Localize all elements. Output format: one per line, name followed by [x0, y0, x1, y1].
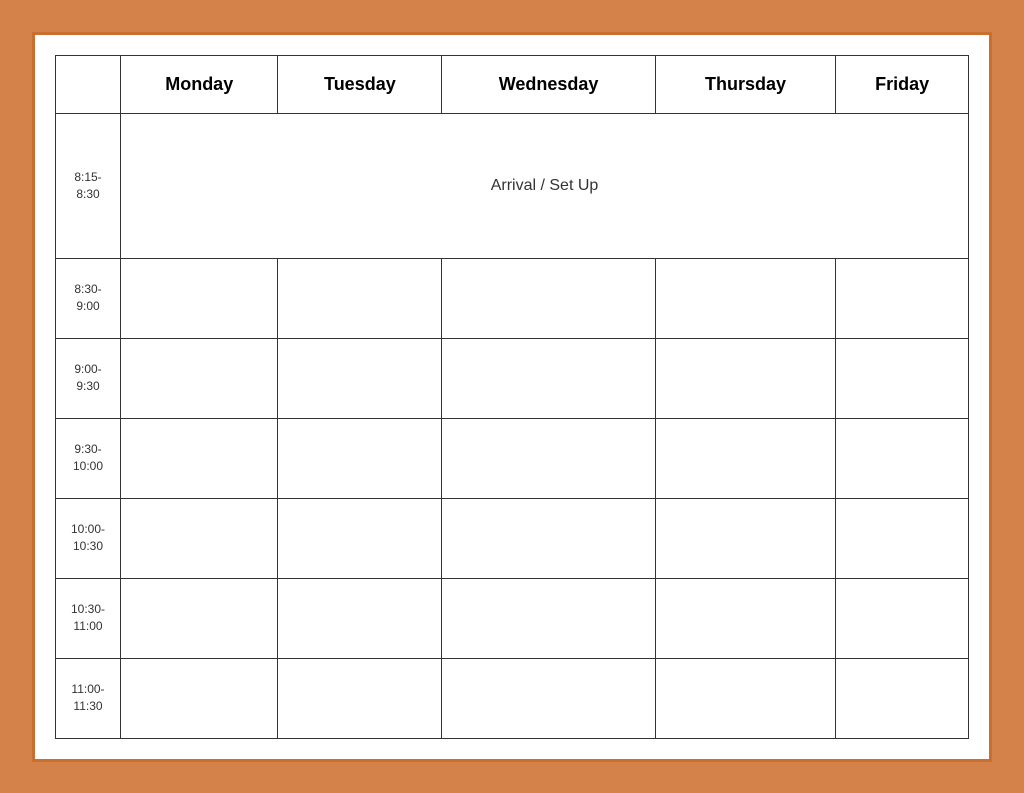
time-cell: 9:30-10:00	[56, 418, 121, 498]
schedule-cell[interactable]	[442, 498, 655, 578]
table-row: 11:00-11:30	[56, 658, 969, 738]
table-row: 9:00-9:30	[56, 338, 969, 418]
time-cell: 8:30-9:00	[56, 258, 121, 338]
schedule-cell[interactable]	[442, 258, 655, 338]
header-friday: Friday	[836, 55, 969, 113]
table-row: 10:00-10:30	[56, 498, 969, 578]
schedule-cell[interactable]	[836, 578, 969, 658]
schedule-cell[interactable]	[278, 258, 442, 338]
time-cell: 10:00-10:30	[56, 498, 121, 578]
time-cell: 8:15-8:30	[56, 113, 121, 258]
schedule-cell[interactable]	[121, 578, 278, 658]
schedule-cell[interactable]	[278, 498, 442, 578]
schedule-cell[interactable]	[442, 658, 655, 738]
schedule-cell[interactable]	[442, 418, 655, 498]
schedule-cell[interactable]	[655, 338, 835, 418]
schedule-cell[interactable]	[121, 258, 278, 338]
schedule-cell[interactable]	[655, 418, 835, 498]
time-cell: 9:00-9:30	[56, 338, 121, 418]
schedule-cell[interactable]	[278, 338, 442, 418]
schedule-cell[interactable]	[655, 578, 835, 658]
schedule-cell[interactable]	[278, 658, 442, 738]
schedule-cell[interactable]	[121, 498, 278, 578]
page-container: Monday Tuesday Wednesday Thursday Friday…	[32, 32, 992, 762]
schedule-cell[interactable]	[836, 658, 969, 738]
header-tuesday: Tuesday	[278, 55, 442, 113]
table-row: 10:30-11:00	[56, 578, 969, 658]
schedule-cell[interactable]	[278, 578, 442, 658]
table-row: 8:15-8:30Arrival / Set Up	[56, 113, 969, 258]
schedule-table: Monday Tuesday Wednesday Thursday Friday…	[55, 55, 969, 739]
schedule-cell[interactable]	[121, 418, 278, 498]
header-empty	[56, 55, 121, 113]
schedule-cell[interactable]	[836, 498, 969, 578]
header-wednesday: Wednesday	[442, 55, 655, 113]
table-row: 8:30-9:00	[56, 258, 969, 338]
schedule-cell[interactable]	[836, 338, 969, 418]
schedule-cell[interactable]	[655, 658, 835, 738]
schedule-cell[interactable]	[442, 578, 655, 658]
time-cell: 11:00-11:30	[56, 658, 121, 738]
schedule-cell[interactable]	[836, 258, 969, 338]
table-row: 9:30-10:00	[56, 418, 969, 498]
schedule-cell[interactable]	[655, 498, 835, 578]
schedule-cell[interactable]	[655, 258, 835, 338]
schedule-cell[interactable]	[278, 418, 442, 498]
schedule-cell[interactable]	[836, 418, 969, 498]
arrival-cell: Arrival / Set Up	[121, 113, 969, 258]
header-monday: Monday	[121, 55, 278, 113]
schedule-cell[interactable]	[121, 658, 278, 738]
header-thursday: Thursday	[655, 55, 835, 113]
time-cell: 10:30-11:00	[56, 578, 121, 658]
schedule-cell[interactable]	[121, 338, 278, 418]
schedule-cell[interactable]	[442, 338, 655, 418]
